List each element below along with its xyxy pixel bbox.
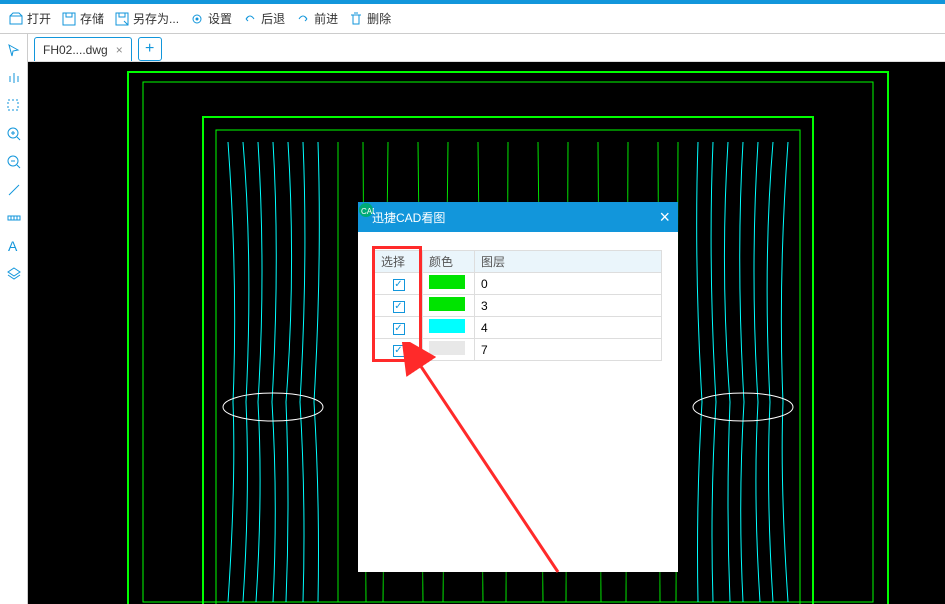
layers-tool[interactable] [4, 264, 24, 284]
saveas-icon [114, 11, 130, 27]
open-icon [8, 11, 24, 27]
dialog-close-button[interactable]: × [659, 207, 670, 228]
svg-text:CAD: CAD [361, 207, 374, 216]
delete-button[interactable]: 删除 [344, 8, 395, 29]
undo-label: 后退 [261, 10, 285, 27]
layer-checkbox[interactable]: ✓ [393, 323, 405, 335]
file-tab[interactable]: FH02....dwg × [34, 37, 132, 61]
layer-color-swatch[interactable] [429, 319, 465, 333]
layer-name: 3 [475, 295, 662, 317]
dialog-titlebar[interactable]: CAD 迅捷CAD看图 × [358, 202, 678, 232]
pan-tool[interactable] [4, 68, 24, 88]
redo-button[interactable]: 前进 [291, 8, 342, 29]
col-select: 选择 [375, 251, 423, 273]
gear-icon [189, 11, 205, 27]
settings-label: 设置 [208, 10, 232, 27]
layer-checkbox[interactable]: ✓ [393, 279, 405, 291]
zoom-out-tool[interactable] [4, 152, 24, 172]
open-label: 打开 [27, 10, 51, 27]
text-tool[interactable]: A [4, 236, 24, 256]
line-tool[interactable] [4, 180, 24, 200]
layer-color-swatch[interactable] [429, 275, 465, 289]
layer-row[interactable]: ✓4 [375, 317, 662, 339]
saveas-label: 另存为... [133, 10, 179, 27]
layer-table: 选择 颜色 图层 ✓0✓3✓4✓7 [374, 250, 662, 361]
save-icon [61, 11, 77, 27]
layer-name: 4 [475, 317, 662, 339]
layer-dialog: CAD 迅捷CAD看图 × 选择 颜色 图层 [358, 202, 678, 572]
col-layer: 图层 [475, 251, 662, 273]
undo-button[interactable]: 后退 [238, 8, 289, 29]
zoom-in-tool[interactable] [4, 124, 24, 144]
layer-checkbox[interactable]: ✓ [393, 345, 405, 357]
layer-color-swatch[interactable] [429, 297, 465, 311]
measure-tool[interactable] [4, 208, 24, 228]
save-label: 存储 [80, 10, 104, 27]
trash-icon [348, 11, 364, 27]
layer-checkbox[interactable]: ✓ [393, 301, 405, 313]
tab-close-icon[interactable]: × [116, 43, 123, 57]
layer-row[interactable]: ✓0 [375, 273, 662, 295]
dialog-title-text: 迅捷CAD看图 [372, 209, 445, 226]
save-button[interactable]: 存储 [57, 8, 108, 29]
zoom-region-tool[interactable] [4, 96, 24, 116]
layer-color-swatch[interactable] [429, 341, 465, 355]
svg-text:A: A [8, 238, 18, 254]
layer-name: 7 [475, 339, 662, 361]
file-tabbar: FH02....dwg × + [28, 34, 945, 62]
layer-name: 0 [475, 273, 662, 295]
delete-label: 删除 [367, 10, 391, 27]
main-toolbar: 打开 存储 另存为... 设置 后退 前进 删除 [0, 4, 945, 34]
layer-row[interactable]: ✓3 [375, 295, 662, 317]
layer-row[interactable]: ✓7 [375, 339, 662, 361]
saveas-button[interactable]: 另存为... [110, 8, 183, 29]
redo-icon [295, 11, 311, 27]
drawing-canvas[interactable]: CAD 迅捷CAD看图 × 选择 颜色 图层 [28, 62, 945, 604]
add-tab-button[interactable]: + [138, 37, 162, 61]
tab-filename: FH02....dwg [43, 43, 108, 57]
open-button[interactable]: 打开 [4, 8, 55, 29]
settings-button[interactable]: 设置 [185, 8, 236, 29]
redo-label: 前进 [314, 10, 338, 27]
cursor-tool[interactable] [4, 40, 24, 60]
annotation-arrow [398, 342, 578, 582]
undo-icon [242, 11, 258, 27]
side-toolbar: A [0, 34, 28, 604]
col-color: 颜色 [423, 251, 475, 273]
